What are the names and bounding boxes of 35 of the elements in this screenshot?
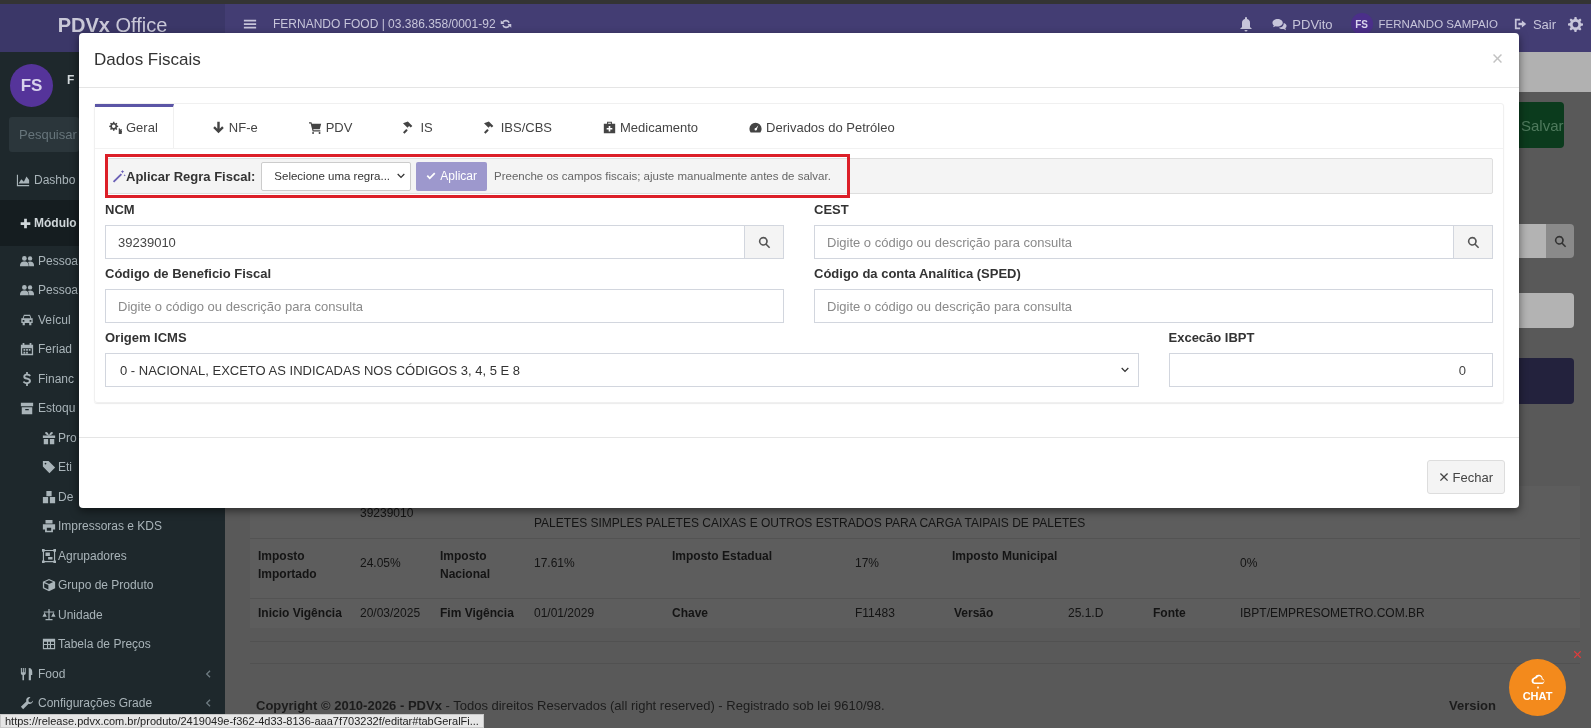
table-cell: IBPT/EMPRESOMETRO.COM.BR xyxy=(1232,598,1580,629)
table-cell: F11483 xyxy=(847,598,946,629)
row-label: Chave xyxy=(664,598,847,629)
row-label: Imposto Estadual xyxy=(664,538,847,599)
field-label: Código de Beneficio Fiscal xyxy=(105,266,273,283)
row-label: Imposto Importado xyxy=(250,538,352,599)
status-url: https://release.pdvx.com.br/produto/2419049e-f362-4d33-8136-aaa7f703232f/editar#tabGeralFi... xyxy=(0,714,484,728)
copyright-text: Copyright © 2010-2026 - PDVx - Todos direitos Reservados (all right reserved) - Registrado sob lei 9610/98. xyxy=(256,698,885,713)
table-cell: 20/03/2025 xyxy=(352,598,432,629)
row-label: Fonte xyxy=(1145,598,1232,629)
field-label: Código da conta Analítica (SPED) xyxy=(814,266,1022,283)
company-name: FERNANDO FOOD | 03.386.358/0001-92 xyxy=(273,17,496,31)
row-label: Versão xyxy=(946,598,1060,629)
row-label: Imposto Municipal xyxy=(946,538,1060,599)
modal-title: Dados Fiscais xyxy=(94,50,201,70)
row-label: Fim Vigência xyxy=(432,598,526,629)
table-cell: 24.05% xyxy=(352,538,432,599)
table-cell: 01/01/2029 xyxy=(526,598,664,629)
field-label: NCM xyxy=(105,202,136,219)
row-label: Inicio Vigência xyxy=(250,598,352,629)
table-cell: 0% xyxy=(1232,538,1580,599)
row-label: Imposto Nacional xyxy=(432,538,526,599)
table-cell: 17% xyxy=(847,538,946,599)
field-label: Excecão IBPT xyxy=(1168,330,1256,347)
rule-hint: Preenche os campos fiscais; ajuste manualmente antes de salvar. xyxy=(494,170,831,182)
app-logo: PDVx Office xyxy=(57,13,168,37)
field-label: CEST xyxy=(814,202,850,219)
user-avatar: FS xyxy=(10,64,53,107)
version-text: Version xyxy=(1449,698,1496,713)
user-avatar: FS xyxy=(1350,13,1373,35)
table-cell: 25.1.D xyxy=(1060,598,1145,629)
field-label: Origem ICMS xyxy=(105,330,188,347)
rule-label: Aplicar Regra Fiscal: xyxy=(126,168,256,184)
user-name: F xyxy=(67,73,75,87)
table-cell: 17.61% xyxy=(526,538,664,599)
